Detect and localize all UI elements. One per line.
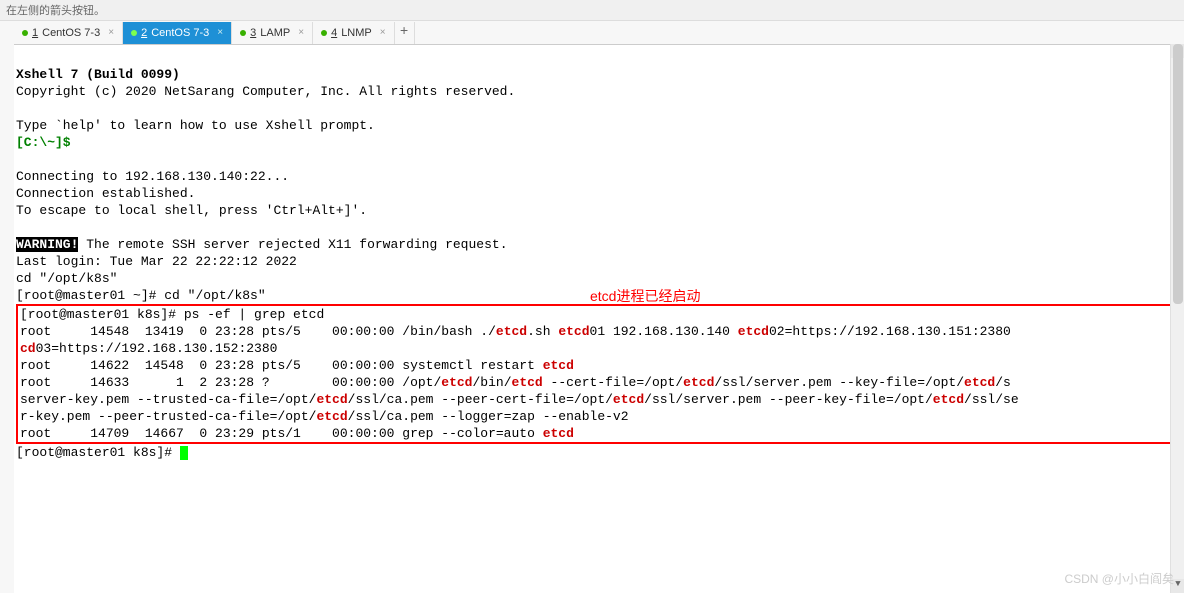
- local-prompt: [C:\~]$: [16, 135, 71, 150]
- warning-text: The remote SSH server rejected X11 forwa…: [78, 237, 507, 252]
- ps-row: root 14548 13419 0 23:28 pts/5 00:00:00 …: [20, 324, 1011, 339]
- warning-badge: WARNING!: [16, 237, 78, 252]
- highlighted-process-list: [root@master01 k8s]# ps -ef | grep etcd …: [16, 304, 1178, 444]
- annotation-label: etcd进程已经启动: [590, 286, 700, 306]
- tab-index: 1: [32, 27, 38, 39]
- ps-row: root 14709 14667 0 23:29 pts/1 00:00:00 …: [20, 426, 574, 441]
- status-dot-icon: [240, 30, 246, 36]
- shell-prompt: [root@master01 k8s]#: [16, 445, 180, 460]
- watermark: CSDN @小小白阎矣: [1064, 570, 1174, 587]
- ps-row: cd03=https://192.168.130.152:2380: [20, 341, 277, 356]
- vertical-scrollbar[interactable]: ▲ ▼: [1170, 44, 1184, 593]
- tab-bar: 1 CentOS 7-3 × 2 CentOS 7-3 × 3 LAMP × 4…: [0, 21, 1184, 45]
- status-dot-icon: [321, 30, 327, 36]
- escape-line: To escape to local shell, press 'Ctrl+Al…: [16, 203, 367, 218]
- tab-label: LNMP: [341, 27, 372, 39]
- tab-label: CentOS 7-3: [151, 27, 209, 39]
- cd-line: cd "/opt/k8s": [16, 271, 117, 286]
- close-icon[interactable]: ×: [217, 27, 223, 38]
- help-line: Type `help' to learn how to use Xshell p…: [16, 118, 375, 133]
- shell-prompt: [root@master01 k8s]#: [20, 307, 184, 322]
- scroll-thumb[interactable]: [1173, 44, 1183, 304]
- close-icon[interactable]: ×: [380, 27, 386, 38]
- tab-index: 3: [250, 27, 256, 39]
- tab-label: CentOS 7-3: [42, 27, 100, 39]
- add-tab-button[interactable]: +: [395, 22, 415, 44]
- status-dot-icon: [131, 30, 137, 36]
- hint-bar: 在左侧的箭头按钮。: [0, 0, 1184, 21]
- tab-centos-1[interactable]: 1 CentOS 7-3 ×: [14, 22, 123, 44]
- tab-index: 4: [331, 27, 337, 39]
- app-title: Xshell 7 (Build 0099): [16, 67, 180, 82]
- ps-row: root 14633 1 2 23:28 ? 00:00:00 /opt/etc…: [20, 375, 1011, 390]
- close-icon[interactable]: ×: [108, 27, 114, 38]
- ps-command: ps -ef | grep etcd: [184, 307, 324, 322]
- tab-lnmp[interactable]: 4 LNMP ×: [313, 22, 395, 44]
- connecting-line: Connecting to 192.168.130.140:22...: [16, 169, 289, 184]
- tab-index: 2: [141, 27, 147, 39]
- terminal-output[interactable]: Xshell 7 (Build 0099) Copyright (c) 2020…: [14, 45, 1184, 465]
- last-login-line: Last login: Tue Mar 22 22:22:12 2022: [16, 254, 297, 269]
- ps-row: server-key.pem --trusted-ca-file=/opt/et…: [20, 392, 1019, 407]
- established-line: Connection established.: [16, 186, 195, 201]
- status-dot-icon: [22, 30, 28, 36]
- copyright-line: Copyright (c) 2020 NetSarang Computer, I…: [16, 84, 515, 99]
- shell-prompt: [root@master01 ~]#: [16, 288, 164, 303]
- tab-centos-2[interactable]: 2 CentOS 7-3 ×: [123, 22, 232, 44]
- cd-command: cd "/opt/k8s": [164, 288, 265, 303]
- left-gutter: [0, 44, 14, 593]
- ps-row: r-key.pem --peer-trusted-ca-file=/opt/et…: [20, 409, 629, 424]
- tab-lamp[interactable]: 3 LAMP ×: [232, 22, 313, 44]
- ps-row: root 14622 14548 0 23:28 pts/5 00:00:00 …: [20, 358, 574, 373]
- close-icon[interactable]: ×: [298, 27, 304, 38]
- tab-label: LAMP: [260, 27, 290, 39]
- cursor-icon: [180, 446, 188, 460]
